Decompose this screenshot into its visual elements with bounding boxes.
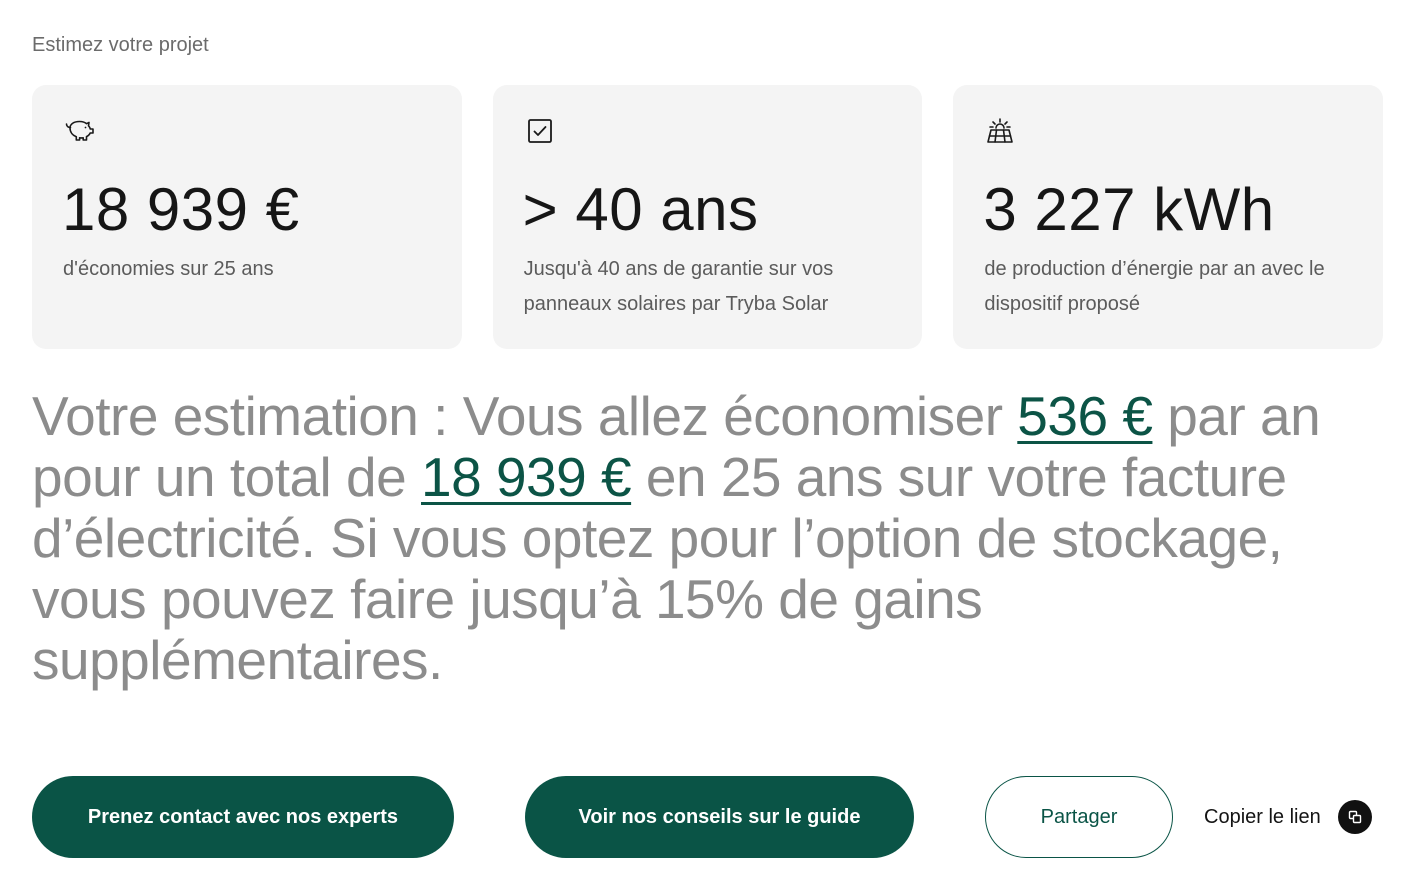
amount-per-year-link[interactable]: 536 €	[1017, 385, 1153, 447]
contact-experts-button[interactable]: Prenez contact avec nos experts	[32, 776, 454, 858]
estimate-summary: Votre estimation : Vous allez économiser…	[32, 386, 1372, 691]
production-description: de production d’énergie par an avec le d…	[984, 258, 1325, 315]
section-title: Estimez votre projet	[32, 34, 209, 56]
warranty-card: > 40 ans Jusqu'à 40 ans de garantie sur …	[492, 85, 923, 349]
amount-total-link[interactable]: 18 939 €	[421, 446, 632, 508]
actions-bar: Prenez contact avec nos experts Voir nos…	[32, 776, 1383, 858]
share-button[interactable]: Partager	[985, 776, 1173, 858]
stats-cards: 18 939 € d'économies sur 25 ans > 40 ans…	[32, 85, 1384, 349]
savings-value: 18 939 €	[62, 176, 300, 243]
copy-icon[interactable]	[1337, 800, 1372, 834]
solar-panel-icon	[987, 118, 1014, 143]
view-guide-button[interactable]: Voir nos conseils sur le guide	[525, 776, 914, 858]
estimate-text-1: Votre estimation : Vous allez économiser	[32, 385, 1018, 447]
production-value: 3 227 kWh	[983, 176, 1275, 243]
copy-link-label: Copier le lien	[1204, 805, 1321, 828]
checkbox-icon	[527, 119, 552, 143]
piggy-bank-icon	[65, 120, 94, 141]
warranty-value: > 40 ans	[522, 176, 759, 243]
production-card: 3 227 kWh de production d’énergie par an…	[953, 85, 1384, 349]
copy-link-button[interactable]: Copier le lien	[1204, 776, 1372, 858]
savings-card: 18 939 € d'économies sur 25 ans	[32, 85, 462, 349]
warranty-description: Jusqu'à 40 ans de garantie sur vos panne…	[523, 258, 834, 315]
savings-description: d'économies sur 25 ans	[63, 258, 274, 280]
